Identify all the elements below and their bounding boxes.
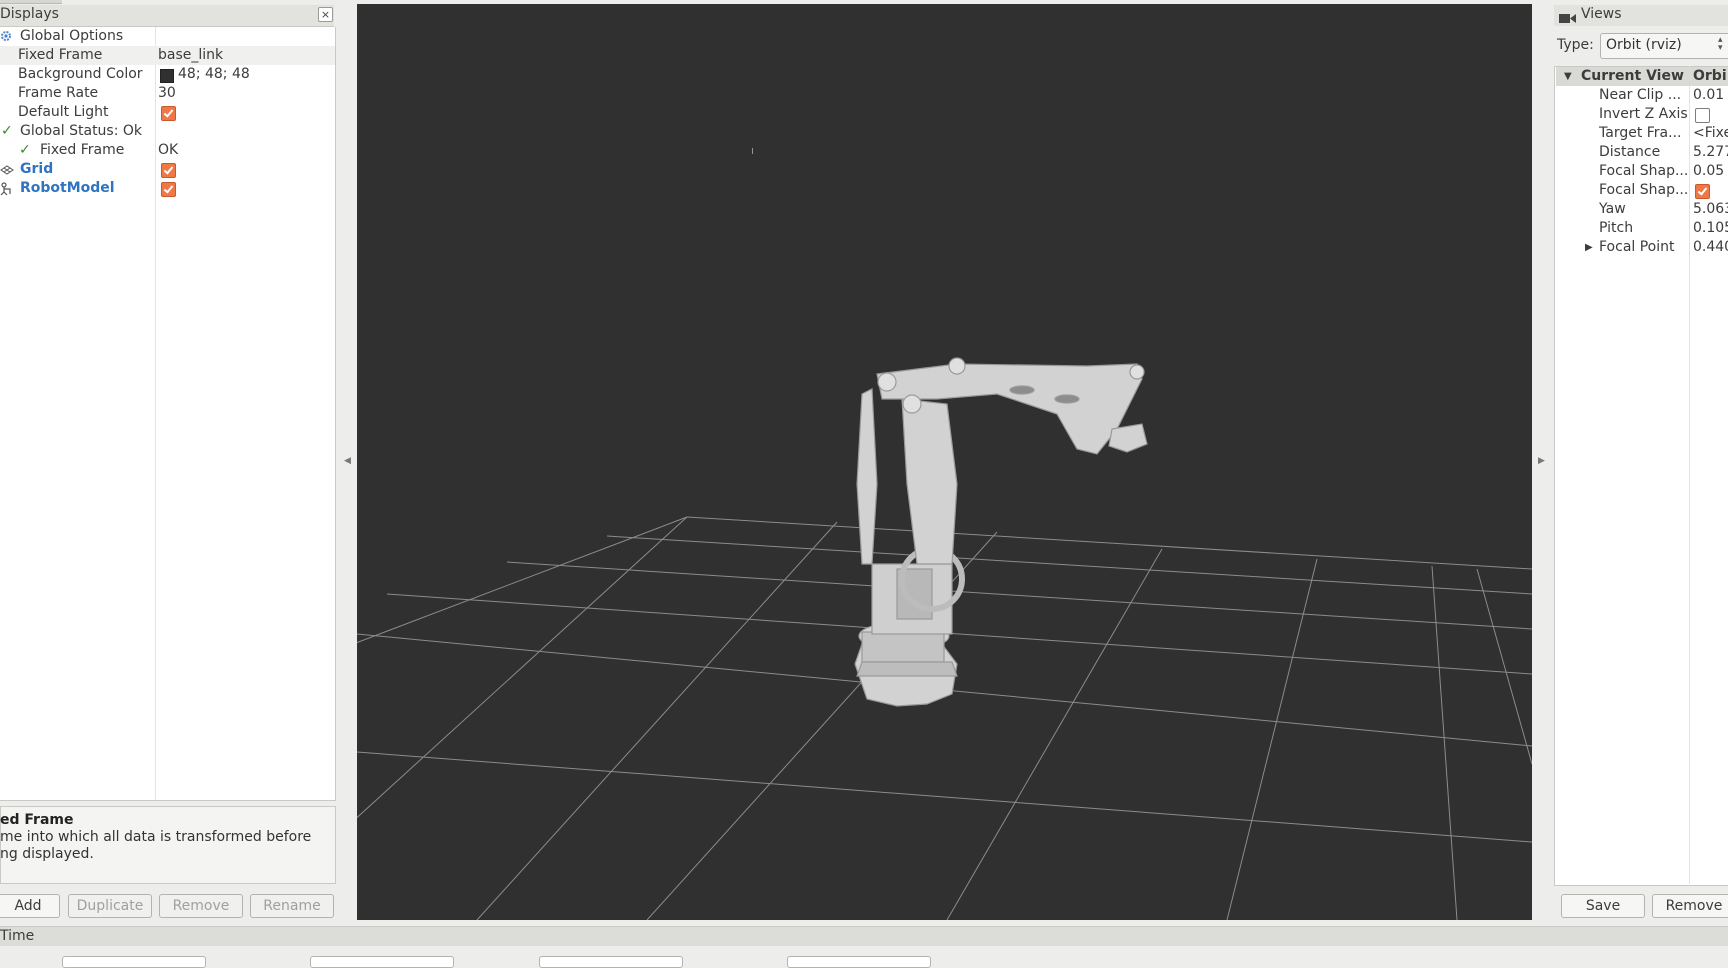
- tree-row-robot-model[interactable]: RobotModel: [0, 179, 335, 198]
- focal-point-value[interactable]: 0.440: [1693, 238, 1728, 257]
- target-frame-label: Target Fra...: [1599, 125, 1682, 141]
- status-fixed-frame-value: OK: [158, 142, 179, 158]
- save-view-button[interactable]: Save: [1561, 894, 1645, 918]
- collapse-left-arrow-icon[interactable]: ◀: [344, 456, 351, 466]
- view-type-value: Orbit (rviz): [1606, 37, 1682, 53]
- global-status-label: Global Status: Ok: [20, 123, 143, 139]
- remove-button[interactable]: Remove: [159, 894, 243, 918]
- current-view-row[interactable]: ▼ Current View Orbi: [1556, 67, 1728, 86]
- time-field[interactable]: [310, 956, 454, 968]
- time-field[interactable]: [62, 956, 206, 968]
- expand-arrow-icon[interactable]: ▼: [1564, 67, 1572, 86]
- chevron-up-down-icon: ▴ ▾: [1718, 35, 1723, 53]
- tree-row-background-color[interactable]: Background Color 48; 48; 48: [0, 65, 335, 84]
- tree-row-grid[interactable]: Grid: [0, 160, 335, 179]
- time-field[interactable]: [539, 956, 683, 968]
- current-view-value: Orbi: [1693, 68, 1727, 84]
- current-view-label: Current View: [1581, 68, 1684, 84]
- collapse-right-arrow-icon[interactable]: ▶: [1538, 456, 1545, 466]
- robot-model-checkbox[interactable]: [161, 182, 176, 197]
- tree-row-status-fixed-frame[interactable]: ✓ Fixed Frame OK: [0, 141, 335, 160]
- default-light-label: Default Light: [18, 104, 109, 120]
- focal-point-label: Focal Point: [1599, 239, 1675, 255]
- robot-model-label: RobotModel: [20, 180, 115, 196]
- yaw-value[interactable]: 5.063: [1693, 200, 1728, 219]
- view-property-row[interactable]: ▶ Focal Point 0.440: [1556, 238, 1728, 257]
- grid-checkbox[interactable]: [161, 163, 176, 178]
- distance-label: Distance: [1599, 144, 1661, 160]
- description-text: me into which all data is transformed be…: [0, 829, 312, 845]
- duplicate-button[interactable]: Duplicate: [68, 894, 152, 918]
- focal-shape-fixed-label: Focal Shap...: [1599, 182, 1689, 198]
- rename-button[interactable]: Rename: [250, 894, 334, 918]
- focal-shape-fixed-checkbox[interactable]: [1695, 184, 1710, 199]
- render-viewport[interactable]: ı: [316, 4, 1533, 921]
- view-property-row[interactable]: Distance 5.277: [1556, 143, 1728, 162]
- focal-shape-size-label: Focal Shap...: [1599, 163, 1689, 179]
- frame-rate-value[interactable]: 30: [158, 84, 176, 103]
- view-property-row[interactable]: Focal Shap...: [1556, 181, 1728, 200]
- target-frame-value[interactable]: <Fixe: [1693, 124, 1728, 143]
- time-title: Time: [0, 928, 35, 944]
- description-title: ed Frame: [0, 812, 74, 828]
- tree-row-frame-rate[interactable]: Frame Rate 30: [0, 84, 335, 103]
- expand-arrow-icon[interactable]: ▶: [1585, 238, 1593, 257]
- near-clip-label: Near Clip ...: [1599, 87, 1682, 103]
- view-property-row[interactable]: Near Clip ... 0.01: [1556, 86, 1728, 105]
- view-property-row[interactable]: Focal Shap... 0.05: [1556, 162, 1728, 181]
- background-color-label: Background Color: [18, 66, 143, 82]
- view-property-row[interactable]: Invert Z Axis: [1556, 105, 1728, 124]
- robot-icon: [0, 179, 15, 202]
- views-title: Views: [1581, 6, 1622, 22]
- fixed-frame-label: Fixed Frame: [18, 47, 103, 63]
- status-fixed-frame-label: Fixed Frame: [40, 142, 125, 158]
- frame-rate-label: Frame Rate: [18, 85, 99, 101]
- background-color-value[interactable]: 48; 48; 48: [178, 65, 250, 84]
- yaw-label: Yaw: [1599, 201, 1626, 217]
- close-icon[interactable]: ×: [318, 7, 333, 22]
- tree-row-global-status[interactable]: ✓ Global Status: Ok: [0, 122, 335, 141]
- fixed-frame-value[interactable]: base_link: [158, 46, 223, 65]
- global-options-label: Global Options: [20, 28, 124, 44]
- type-label: Type:: [1557, 37, 1594, 53]
- tree-row-global-options[interactable]: Global Options: [0, 27, 335, 46]
- check-icon: ✓: [1, 123, 13, 139]
- distance-value[interactable]: 5.277: [1693, 143, 1728, 162]
- view-property-row[interactable]: Yaw 5.063: [1556, 200, 1728, 219]
- description-text: ng displayed.: [0, 846, 94, 862]
- pitch-label: Pitch: [1599, 220, 1634, 236]
- invert-z-axis-checkbox[interactable]: [1695, 108, 1710, 123]
- tree-row-fixed-frame[interactable]: Fixed Frame base_link: [0, 46, 335, 65]
- time-panel-header: [0, 926, 1728, 946]
- check-icon: ✓: [19, 142, 31, 158]
- camera-icon: [1559, 11, 1576, 23]
- default-light-checkbox[interactable]: [161, 106, 176, 121]
- viewport-scene: ı: [316, 144, 1533, 921]
- viewport-cursor-mark: ı: [751, 144, 754, 157]
- color-swatch[interactable]: [160, 69, 174, 83]
- tree-row-default-light[interactable]: Default Light: [0, 103, 335, 122]
- gear-icon: [0, 27, 12, 48]
- pitch-value[interactable]: 0.105: [1693, 219, 1728, 238]
- view-property-row[interactable]: Target Fra... <Fixe: [1556, 124, 1728, 143]
- add-button[interactable]: Add: [0, 894, 60, 918]
- focal-shape-size-value[interactable]: 0.05: [1693, 162, 1728, 181]
- time-field[interactable]: [787, 956, 931, 968]
- displays-title: Displays: [0, 6, 59, 22]
- remove-view-button[interactable]: Remove: [1652, 894, 1728, 918]
- grid-label: Grid: [20, 161, 54, 177]
- near-clip-value[interactable]: 0.01: [1693, 86, 1728, 105]
- top-tab: [0, 0, 62, 4]
- view-property-row[interactable]: Pitch 0.105: [1556, 219, 1728, 238]
- robot-arm: [854, 357, 1148, 707]
- invert-z-axis-label: Invert Z Axis: [1599, 106, 1688, 122]
